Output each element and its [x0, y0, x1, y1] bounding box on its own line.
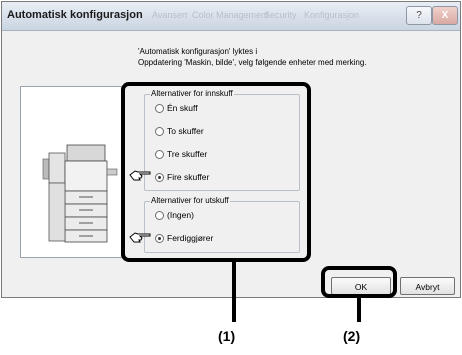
background-tab: Avansert: [152, 10, 188, 20]
window-title: Automatisk konfigurasjon: [7, 9, 143, 21]
callout-leader-line: [357, 298, 361, 322]
background-tab: Konfigurasjon: [304, 10, 360, 20]
background-tab: Color Management: [192, 10, 269, 20]
background-tab: Security: [264, 10, 297, 20]
status-message: 'Automatisk konfigurasjon' lyktes i Oppd…: [138, 46, 367, 68]
callout-connector: [232, 262, 236, 272]
help-icon[interactable]: ?: [406, 6, 432, 25]
close-icon[interactable]: X: [432, 6, 458, 25]
callout-box-options: [121, 82, 311, 262]
callout-label-2: (2): [343, 328, 361, 344]
cancel-button[interactable]: Avbryt: [400, 277, 455, 295]
printer-illustration: [42, 144, 118, 243]
title-bar: Automatisk konfigurasjon Avansert Color …: [2, 2, 460, 31]
callout-box-ok: [321, 266, 397, 298]
printer-preview: [20, 86, 122, 258]
status-message-line2: Oppdatering 'Maskin, bilde', velg følgen…: [138, 58, 367, 67]
status-message-line1: 'Automatisk konfigurasjon' lyktes i: [138, 47, 258, 56]
callout-label-1: (1): [218, 328, 236, 344]
